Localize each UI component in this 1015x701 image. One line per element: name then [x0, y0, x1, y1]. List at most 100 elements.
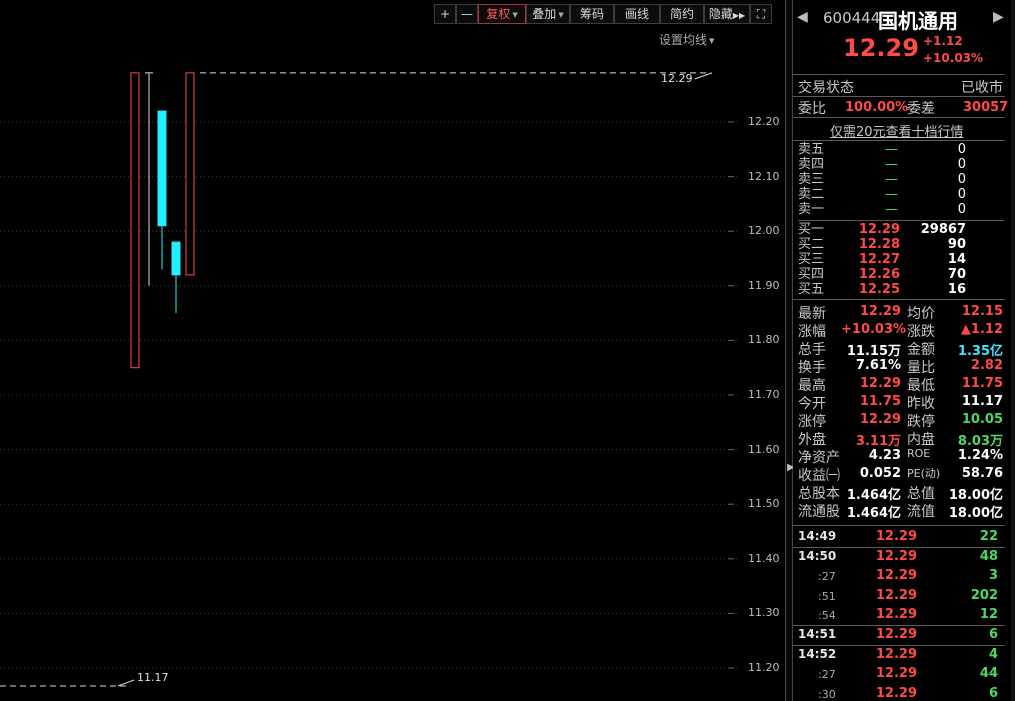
y-tick-label: 12.00 [748, 224, 780, 238]
fuquan-dropdown[interactable]: 复权 ▼ [478, 4, 526, 24]
scrollbar[interactable] [1011, 0, 1015, 701]
tick-volume: 48 [979, 548, 998, 564]
y-tick-label: 11.30 [748, 606, 780, 620]
tick-time: :54 [818, 609, 836, 623]
fullscreen-button[interactable]: ⛶ [750, 4, 772, 24]
hide-button[interactable]: 隐藏▶▶ [704, 4, 750, 24]
ask-volume: 0 [957, 202, 966, 217]
tick-price: 12.29 [875, 666, 917, 682]
bid-price: 12.29 [858, 222, 900, 237]
tick-volume: 22 [979, 529, 998, 544]
tick-price: 12.29 [875, 529, 917, 544]
tick-volume: 3 [988, 568, 998, 584]
tick-time: :27 [818, 668, 836, 682]
fuquan-label: 复权 [486, 7, 511, 21]
draw-line-button[interactable]: 画线 [614, 4, 660, 24]
stat-value: 12.29 [859, 376, 901, 391]
next-stock-icon[interactable]: ▶ [993, 9, 1004, 25]
stat-label: 涨幅 [798, 324, 826, 340]
overlay-label: 叠加 [532, 7, 557, 21]
candle-body [157, 110, 167, 227]
ask-price: — [885, 187, 898, 202]
ask-label: 卖三 [798, 172, 825, 187]
bid-price: 12.27 [858, 252, 900, 267]
stat-value: 18.00亿 [948, 488, 1003, 503]
stat-label: 外盘 [798, 432, 826, 448]
divider [793, 525, 1005, 526]
tick-volume: 4 [988, 646, 998, 662]
hide-label: 隐藏 [708, 7, 733, 21]
quote-panel: ◀ 600444 国机通用 ▶ 12.29 +1.12 +10.03% 交易状态… [793, 0, 1015, 701]
stat-value: 12.29 [859, 304, 901, 319]
prev-stock-icon[interactable]: ◀ [797, 9, 808, 25]
tick-time: 14:50 [798, 548, 837, 563]
chevron-down-icon: ▼ [558, 10, 564, 19]
ask-volume: 0 [957, 157, 966, 172]
chip-button[interactable]: 筹码 [570, 4, 614, 24]
simple-mode-button[interactable]: 简约 [660, 4, 704, 24]
ask-label: 卖二 [798, 187, 825, 202]
bid-label: 买三 [798, 252, 825, 267]
stat-value: 58.76 [961, 466, 1003, 481]
level10-promo-link[interactable]: 仅需20元查看十档行情 [830, 121, 964, 140]
divider [793, 140, 1005, 141]
stock-code: 600444 [823, 9, 881, 27]
zoom-in-button[interactable]: + [434, 4, 456, 24]
panel-splitter[interactable]: ▶ [785, 0, 795, 701]
stat-value: 12.29 [859, 412, 901, 427]
stat-label: 净资产 [798, 450, 840, 466]
tick-volume: 6 [988, 685, 998, 701]
bid-label: 买四 [798, 267, 825, 282]
ask-price: — [885, 142, 898, 157]
stat-label: 涨停 [798, 414, 826, 430]
overlay-dropdown[interactable]: 叠加 ▼ [526, 4, 570, 24]
stat-label: 换手 [798, 360, 826, 376]
bid-volume: 70 [947, 267, 966, 282]
ask-volume: 0 [957, 172, 966, 187]
y-tick-label: 11.40 [748, 551, 780, 565]
set-ma-label: 设置均线 [659, 33, 708, 47]
stat-value: 11.15万 [846, 344, 901, 359]
divider [793, 74, 1005, 75]
candle-body [171, 241, 181, 276]
stat-label: 内盘 [907, 432, 935, 448]
double-chevron-right-icon: ▶▶ [732, 11, 746, 20]
bid-volume: 90 [947, 237, 966, 252]
stat-label: 总手 [798, 342, 826, 358]
status-value: 已收市 [961, 80, 1003, 96]
ask-volume: 0 [957, 142, 966, 157]
stat-label: 总值 [907, 486, 935, 502]
tick-price: 12.29 [875, 587, 917, 603]
set-ma-dropdown[interactable]: 设置均线 ▼ [659, 31, 714, 48]
stat-value: 1.35亿 [957, 344, 1003, 359]
stat-value: 11.17 [961, 394, 1003, 409]
tick-time: :30 [818, 687, 836, 701]
stat-value: +10.03% [841, 322, 907, 337]
divider [798, 220, 1004, 221]
stat-label: 量比 [907, 360, 935, 376]
tick-price: 12.29 [875, 627, 917, 642]
y-tick-label: 12.20 [748, 115, 780, 128]
expand-icon: ⛶ [756, 7, 766, 21]
stat-label: 收益㈠ [798, 468, 840, 484]
divider [793, 644, 1005, 646]
candlestick-chart[interactable]: 12.29 11.17 [0, 0, 785, 701]
tick-price: 12.29 [875, 646, 917, 662]
ask-label: 卖一 [798, 202, 825, 217]
divider [793, 117, 1005, 118]
y-tick-label: 11.90 [748, 278, 780, 292]
price-change-pct: +10.03% [923, 51, 984, 65]
high-price-label: 12.29 [661, 72, 693, 85]
stat-value: ▲1.12 [960, 322, 1003, 337]
stat-value: 1.464亿 [846, 506, 901, 521]
stat-label: 最低 [907, 378, 935, 394]
weibi-label: 委比 [798, 101, 826, 117]
stat-value: 7.61% [855, 358, 901, 373]
chart-toolbar: + — 复权 ▼ 叠加 ▼ 筹码 画线 简约 隐藏▶▶ ⛶ [434, 4, 772, 24]
zoom-out-button[interactable]: — [456, 4, 478, 24]
ask-label: 卖五 [798, 142, 825, 157]
bid-volume: 16 [947, 282, 966, 297]
bid-price: 12.28 [858, 237, 900, 252]
stat-label: 今开 [798, 396, 826, 412]
bid-price: 12.26 [858, 267, 900, 282]
